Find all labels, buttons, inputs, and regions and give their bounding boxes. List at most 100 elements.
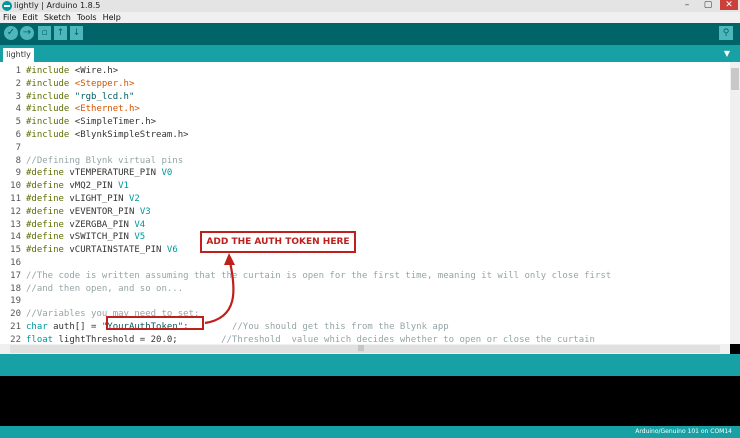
window-title: lightly | Arduino 1.8.5 [14, 1, 101, 10]
tab-bar: lightly ▼ [0, 45, 740, 62]
arrow-up-icon: ↑ [56, 28, 65, 38]
code-token: vCURTAINSTATE_PIN [69, 245, 167, 256]
line-number: 21 [10, 322, 21, 332]
arrow-right-icon: → [22, 27, 32, 38]
code-token: #include [26, 104, 75, 115]
check-icon: ✓ [6, 27, 16, 38]
code-editor[interactable]: 1 2 3 4 5 6 7 8 9 10 11 12 13 14 15 16 17 18 19 20 21 22 #inc… [0, 62, 740, 344]
code-line: #define vZERGBA_PIN V4 [26, 219, 145, 232]
tab-lightly[interactable]: lightly [3, 48, 34, 62]
code-token: char [26, 322, 54, 332]
code-token: V6 [166, 245, 178, 256]
code-line: char auth[] = "YourAuthToken"; //You sho… [26, 321, 449, 334]
code-token: V0 [161, 168, 173, 179]
line-number-gutter: 1 2 3 4 5 6 7 8 9 10 11 12 13 14 15 16 17 18 19 20 21 22 [0, 62, 24, 344]
code-token: V2 [128, 194, 140, 204]
code-token: auth[] = [53, 322, 102, 332]
tab-menu-icon[interactable]: ▼ [722, 49, 732, 59]
code-line: #define vLIGHT_PIN V2 [26, 193, 140, 206]
code-line: #include <Ethernet.h> [26, 103, 140, 116]
code-token: "rgb_lcd.h" [74, 91, 135, 102]
code-token: <BlynkSimpleStream.h> [74, 130, 189, 140]
annotation-callout: ADD THE AUTH TOKEN HERE [200, 231, 356, 253]
new-sketch-button[interactable]: ▫ [38, 26, 51, 40]
code-token: #include [26, 117, 75, 128]
line-number: 15 [10, 245, 21, 256]
vertical-scrollbar[interactable] [730, 62, 740, 344]
status-bar: Arduino/Genuino 101 on COM14 [0, 426, 740, 438]
code-line: //The code is written assuming that the … [26, 270, 611, 283]
code-token: vTEMPERATURE_PIN [69, 168, 162, 179]
code-line: #define vTEMPERATURE_PIN V0 [26, 167, 172, 180]
code-line: #define vSWITCH_PIN V5 [26, 231, 145, 244]
upload-button[interactable]: → [20, 26, 34, 40]
line-number: 17 [10, 270, 21, 281]
code-token: //You should get this from the Blynk app [231, 322, 449, 332]
close-button[interactable]: ✕ [720, 0, 738, 10]
code-line: float lightThreshold = 20.0; //Threshold… [26, 334, 595, 344]
code-token: //and then open, and so on... [26, 283, 184, 294]
title-bar: lightly | Arduino 1.8.5 – ▢ ✕ [0, 0, 740, 12]
code-token: #define [26, 168, 70, 179]
menu-file[interactable]: File [0, 12, 19, 23]
arrow-down-icon: ↓ [72, 28, 81, 38]
line-number: 5 [15, 117, 21, 128]
message-area [0, 354, 740, 376]
code-token: vSWITCH_PIN [69, 232, 135, 243]
horizontal-scroll-thumb[interactable] [10, 345, 720, 353]
code-token: V5 [134, 232, 146, 243]
line-number: 20 [10, 309, 21, 320]
code-token: V1 [118, 181, 129, 192]
code-token: #define [26, 206, 70, 217]
menu-tools[interactable]: Tools [74, 12, 100, 23]
line-number: 22 [10, 334, 21, 344]
line-number: 4 [15, 104, 21, 115]
code-line: #define vCURTAINSTATE_PIN V6 [26, 244, 178, 257]
magnifier-icon: ⚲ [722, 28, 730, 38]
line-number: 19 [10, 296, 21, 307]
line-number: 2 [15, 78, 21, 89]
menu-bar: File Edit Sketch Tools Help [0, 12, 740, 23]
line-number: 18 [10, 283, 21, 294]
open-sketch-button[interactable]: ↑ [54, 26, 67, 40]
code-token: //Defining Blynk virtual pins [26, 155, 184, 166]
line-number: 7 [15, 142, 21, 153]
line-number: 8 [15, 155, 21, 166]
line-number: 11 [10, 194, 21, 204]
verify-button[interactable]: ✓ [4, 26, 18, 40]
minimize-button[interactable]: – [678, 0, 696, 10]
window-controls: – ▢ ✕ [678, 0, 738, 12]
auth-token-highlight [106, 316, 204, 330]
code-token: #include [26, 78, 75, 89]
code-line: #include <Stepper.h> [26, 78, 134, 91]
code-token: #include [26, 66, 75, 76]
line-number: 3 [15, 91, 21, 102]
code-token: lightThreshold = 20.0; [58, 334, 222, 344]
maximize-button[interactable]: ▢ [699, 0, 717, 10]
menu-edit[interactable]: Edit [19, 12, 41, 23]
code-token: #define [26, 232, 70, 243]
save-sketch-button[interactable]: ↓ [70, 26, 83, 40]
code-token: vMQ2_PIN [69, 181, 119, 192]
line-number: 6 [15, 130, 21, 140]
code-line: //Defining Blynk virtual pins [26, 155, 183, 168]
line-number: 12 [10, 206, 21, 217]
code-line: #include <Wire.h> [26, 65, 118, 78]
code-token: #define [26, 245, 70, 256]
line-number: 13 [10, 219, 21, 230]
vertical-scroll-thumb[interactable] [731, 68, 739, 90]
code-token: #include [26, 130, 75, 140]
code-token: #define [26, 181, 70, 192]
code-line: #define vEVENTOR_PIN V3 [26, 206, 151, 219]
code-line: #include "rgb_lcd.h" [26, 91, 134, 104]
code-token: float [26, 334, 59, 344]
code-line: //and then open, and so on... [26, 283, 183, 296]
code-token: vLIGHT_PIN [69, 194, 129, 204]
board-port-status: Arduino/Genuino 101 on COM14 [635, 428, 732, 435]
menu-help[interactable]: Help [100, 12, 124, 23]
code-token: vEVENTOR_PIN [69, 206, 140, 217]
horizontal-scrollbar[interactable]: ||| [0, 344, 730, 354]
console-output [0, 376, 740, 426]
menu-sketch[interactable]: Sketch [41, 12, 74, 23]
serial-monitor-button[interactable]: ⚲ [719, 26, 733, 40]
